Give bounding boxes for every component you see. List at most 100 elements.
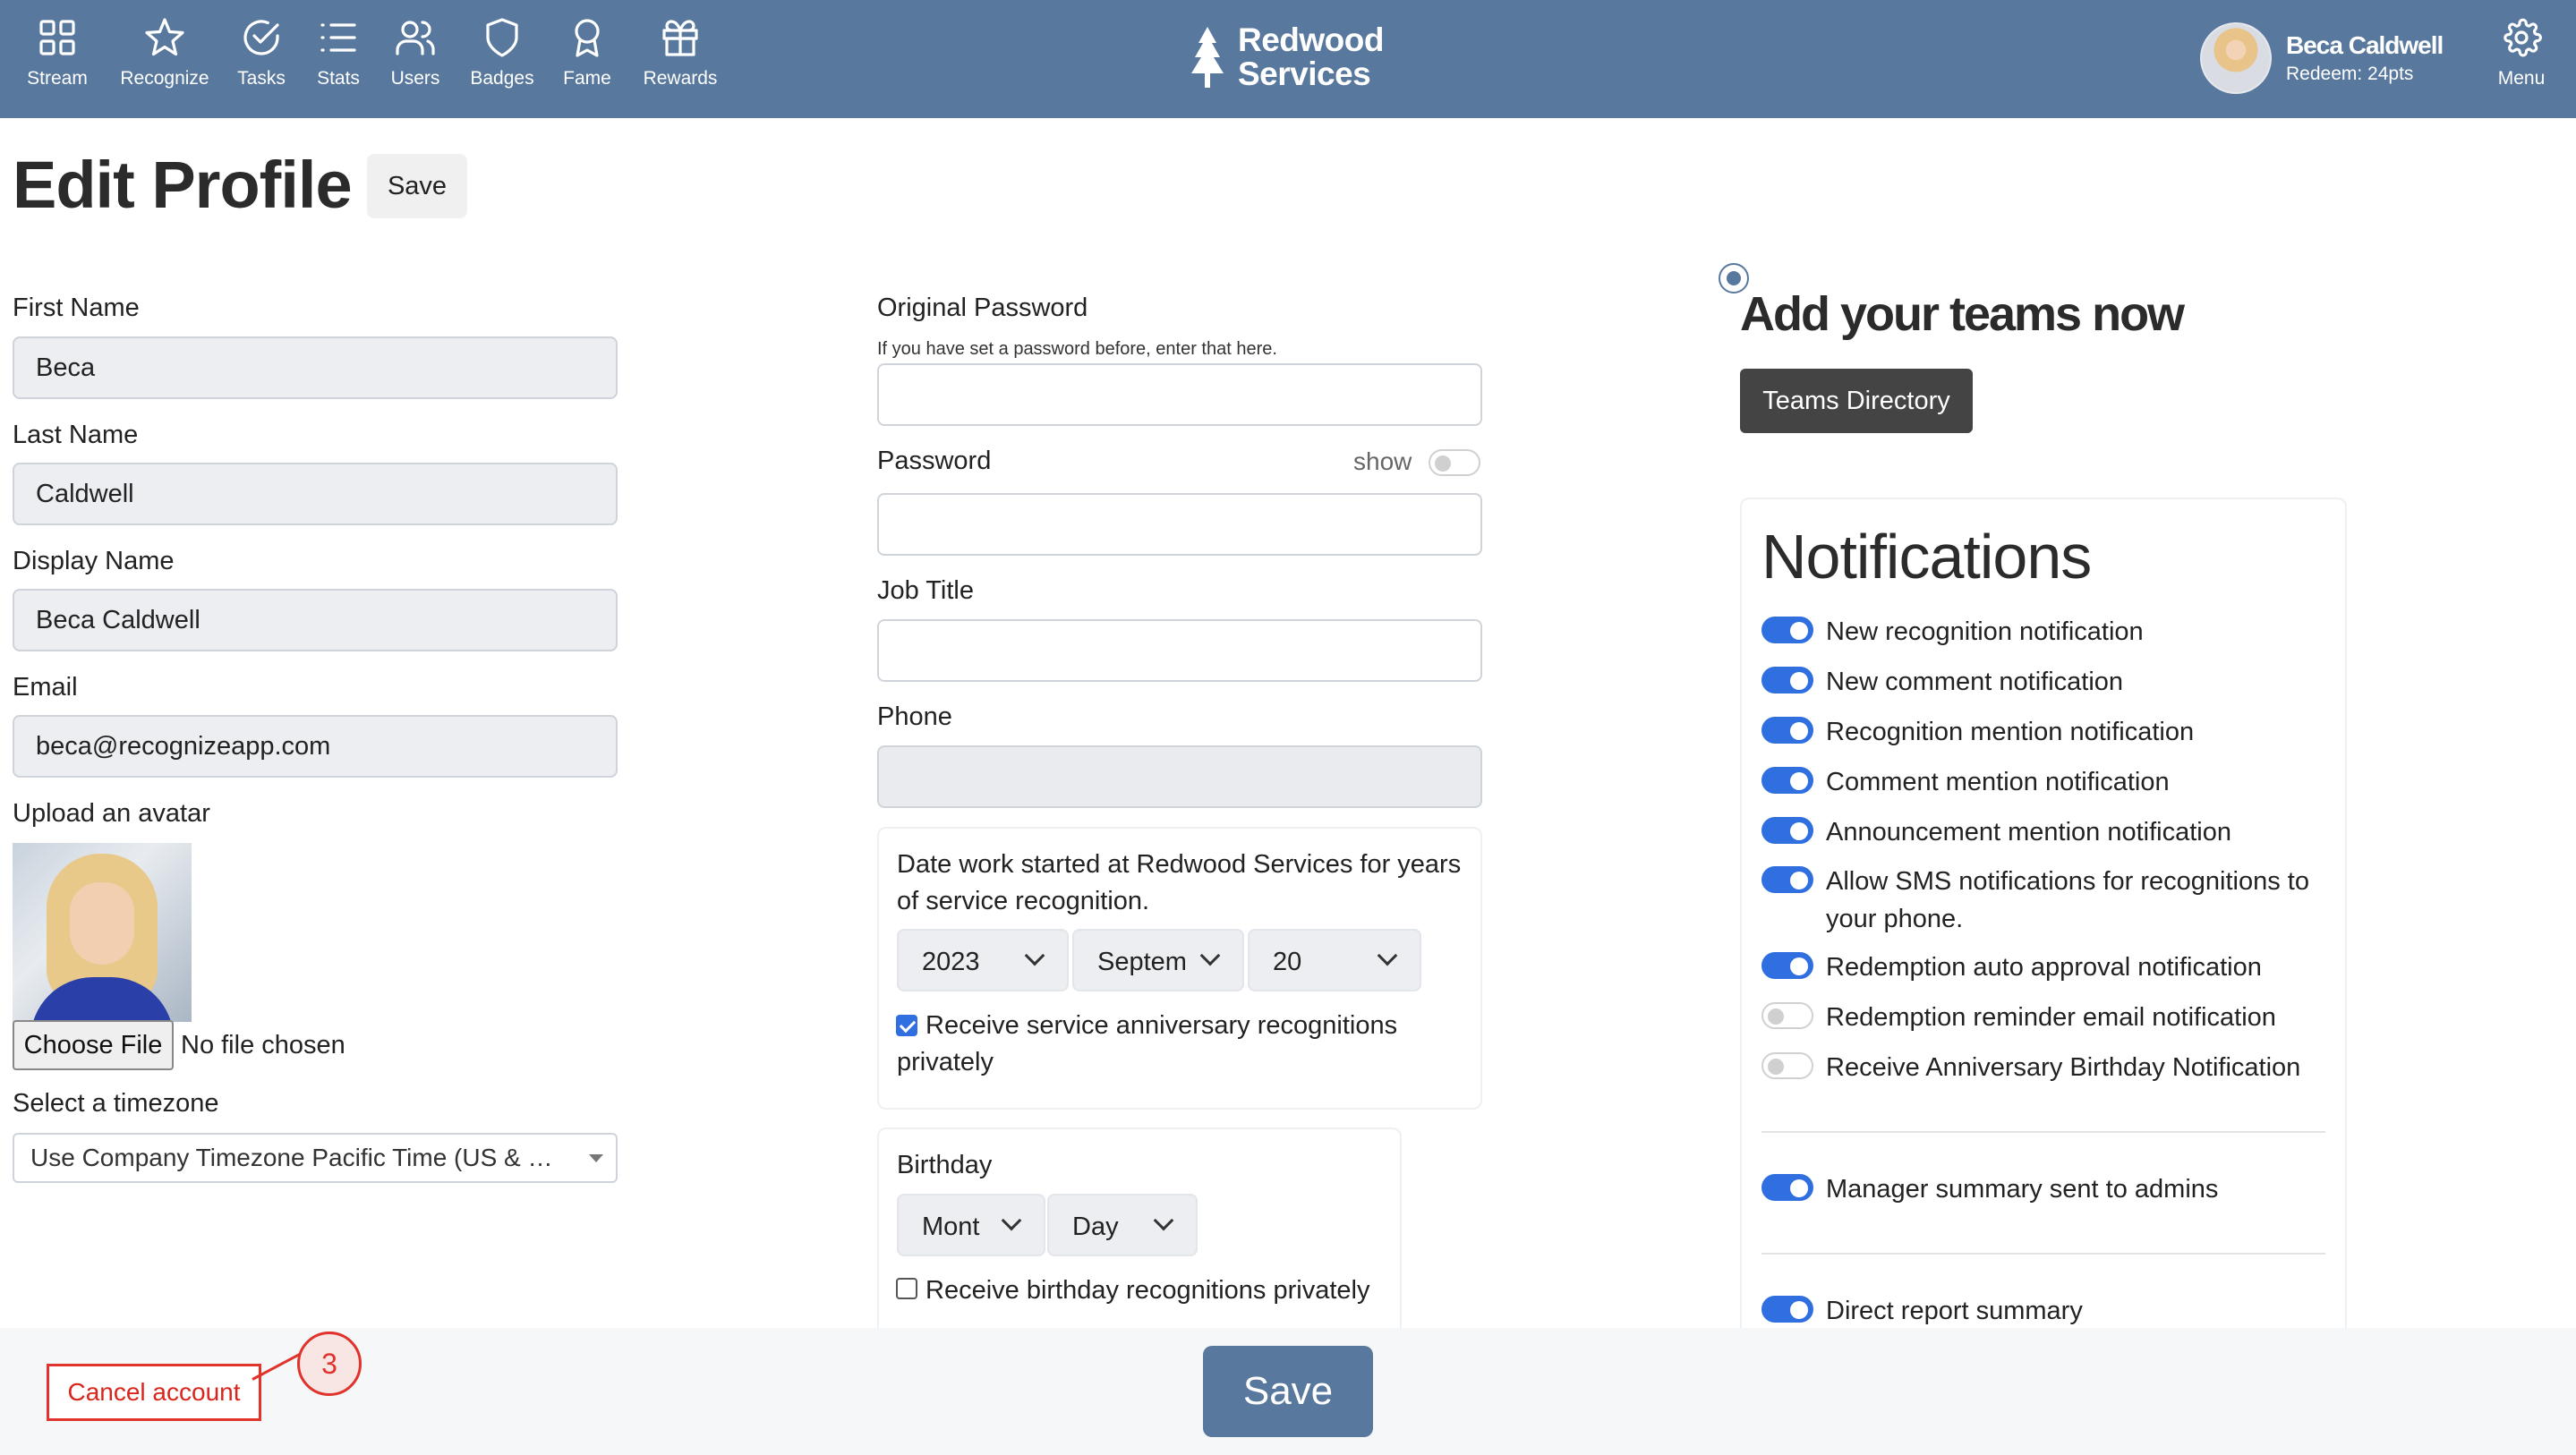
check-circle-icon — [243, 20, 279, 55]
nav-badges[interactable]: Badges — [465, 16, 539, 102]
avatar-preview — [13, 843, 192, 1022]
email-field[interactable] — [13, 715, 618, 778]
nav-fame[interactable]: Fame — [555, 16, 619, 102]
chevron-down-icon — [1377, 945, 1398, 966]
chevron-down-icon — [1153, 1210, 1174, 1231]
nav-rewards-label: Rewards — [643, 68, 718, 89]
nav-stream[interactable]: Stream — [13, 16, 102, 102]
notification-toggle[interactable] — [1761, 1052, 1813, 1079]
tree-icon — [1191, 27, 1224, 88]
notification-label: Comment mention notification — [1826, 768, 2170, 796]
nav-badges-label: Badges — [470, 68, 534, 89]
annotation-badge: 3 — [297, 1332, 362, 1396]
nav-tasks-label: Tasks — [237, 68, 286, 89]
original-password-field[interactable] — [877, 363, 1482, 426]
direct-report-label: Direct report summary — [1826, 1297, 2083, 1325]
service-day-select[interactable]: 20 — [1248, 929, 1421, 991]
notification-toggle[interactable] — [1761, 767, 1813, 794]
chevron-down-icon — [1024, 945, 1045, 966]
notification-label: Allow SMS notifications for recognitions… — [1826, 867, 2309, 933]
password-field[interactable] — [877, 493, 1482, 556]
menu-label: Menu — [2497, 68, 2546, 89]
birthday-day-select[interactable]: Day — [1047, 1194, 1198, 1256]
no-file-text: No file chosen — [181, 1031, 345, 1059]
notification-label: New recognition notification — [1826, 617, 2144, 646]
notification-toggle[interactable] — [1761, 717, 1813, 744]
last-name-field[interactable] — [13, 463, 618, 525]
teams-directory-button[interactable]: Teams Directory — [1740, 369, 1973, 433]
page-title: Edit Profile — [13, 148, 353, 222]
nav-stream-label: Stream — [27, 68, 88, 89]
brand-logo[interactable]: Redwood Services — [1186, 21, 1384, 93]
job-title-field[interactable] — [877, 619, 1482, 682]
user-menu[interactable]: Beca Caldwell Redeem: 24pts — [2200, 21, 2444, 95]
display-name-field[interactable] — [13, 589, 618, 651]
birthday-month-value: Mont — [922, 1212, 980, 1241]
birthday-month-select[interactable]: Mont — [897, 1194, 1045, 1256]
service-year-select[interactable]: 2023 — [897, 929, 1069, 991]
show-password-label: show — [1353, 447, 1412, 475]
nav-recognize-label: Recognize — [120, 68, 209, 89]
direct-report-toggle[interactable] — [1761, 1296, 1813, 1323]
menu-button[interactable]: Menu — [2481, 16, 2562, 102]
notification-label: Redemption reminder email notification — [1826, 1003, 2276, 1032]
notification-label: Announcement mention notification — [1826, 818, 2232, 847]
phone-label: Phone — [877, 702, 952, 731]
notification-toggle[interactable] — [1761, 952, 1813, 979]
notification-label: Recognition mention notification — [1826, 718, 2195, 746]
nav-recognize[interactable]: Recognize — [115, 16, 215, 102]
user-points: Redeem: 24pts — [2286, 64, 2414, 84]
teams-title: Add your teams now — [1740, 287, 2185, 341]
service-year-value: 2023 — [922, 948, 980, 976]
service-month-value: Septem — [1097, 948, 1187, 976]
chevron-down-icon — [1199, 945, 1221, 966]
avatar — [2200, 22, 2272, 94]
notification-toggle[interactable] — [1761, 667, 1813, 693]
gift-icon — [662, 20, 698, 56]
service-day-value: 20 — [1273, 948, 1302, 976]
nav-users[interactable]: Users — [383, 16, 448, 102]
show-password-toggle[interactable] — [1429, 449, 1480, 476]
save-button-top[interactable]: Save — [367, 154, 467, 218]
notification-label: Redemption auto approval notification — [1826, 953, 2262, 982]
save-button[interactable]: Save — [1203, 1346, 1373, 1437]
list-icon — [320, 23, 356, 52]
shield-icon — [486, 18, 518, 57]
first-name-label: First Name — [13, 294, 140, 322]
last-name-label: Last Name — [13, 421, 139, 449]
avatar-upload-label: Upload an avatar — [13, 799, 210, 828]
divider — [1761, 1253, 2325, 1255]
nav-rewards[interactable]: Rewards — [637, 16, 723, 102]
cancel-account-button[interactable]: Cancel account — [47, 1364, 261, 1421]
award-icon — [575, 19, 600, 57]
nav-fame-label: Fame — [563, 68, 611, 89]
first-name-field[interactable] — [13, 336, 618, 399]
notification-toggle[interactable] — [1761, 617, 1813, 643]
manager-summary-toggle[interactable] — [1761, 1174, 1813, 1201]
phone-field[interactable] — [877, 745, 1482, 808]
notification-label: Receive Anniversary Birthday Notificatio… — [1826, 1053, 2301, 1082]
grid-icon — [39, 20, 75, 55]
timezone-value: Use Company Timezone Pacific Time (US & … — [30, 1144, 595, 1171]
timezone-select[interactable]: Use Company Timezone Pacific Time (US & … — [13, 1133, 618, 1183]
notification-toggle[interactable] — [1761, 817, 1813, 844]
original-password-hint: If you have set a password before, enter… — [877, 339, 1277, 359]
email-label: Email — [13, 673, 78, 702]
notification-toggle[interactable] — [1761, 1002, 1813, 1029]
brand-name-line2: Services — [1238, 55, 1371, 92]
birthday-day-value: Day — [1072, 1212, 1119, 1241]
nav-stats[interactable]: Stats — [306, 16, 371, 102]
gear-icon — [2503, 18, 2542, 57]
password-label: Password — [877, 447, 992, 475]
service-month-select[interactable]: Septem — [1072, 929, 1244, 991]
birthday-private-checkbox[interactable] — [896, 1278, 917, 1299]
nav-tasks[interactable]: Tasks — [229, 16, 294, 102]
notification-toggle[interactable] — [1761, 866, 1813, 893]
choose-file-button[interactable]: Choose File — [13, 1020, 174, 1070]
brand-name-line1: Redwood — [1238, 21, 1384, 58]
caret-down-icon — [589, 1154, 603, 1162]
original-password-label: Original Password — [877, 294, 1088, 322]
birthday-private-label: Receive birthday recognitions privately — [925, 1276, 1370, 1305]
divider — [1761, 1131, 2325, 1133]
top-nav-bar: Stream Recognize Tasks Stats Users Badge… — [0, 0, 2576, 118]
